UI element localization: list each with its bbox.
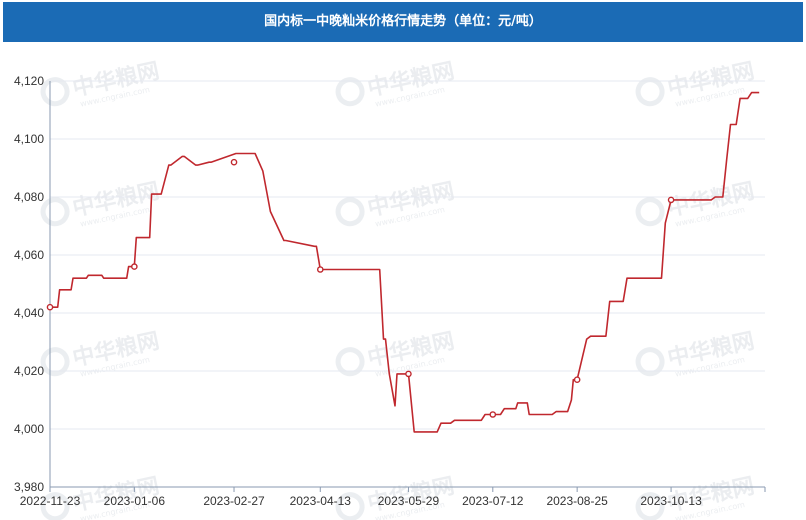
line-chart: 中华粮网www.cngrain.com 中华粮网www.cngrain.com 中华… (14, 58, 766, 520)
data-point-marker (489, 411, 497, 418)
data-point-marker (131, 263, 138, 270)
watermark: 中华粮网www.cngrain.com (635, 58, 757, 109)
watermark-logo-icon (635, 347, 665, 377)
watermark-logo-icon (635, 77, 665, 107)
x-tick-label: 2023-07-12 (462, 494, 524, 508)
watermark-logo-icon (635, 197, 665, 227)
y-tick-label: 4,100 (14, 132, 44, 146)
watermark: 中华粮网www.cngrain.com (40, 58, 162, 109)
watermark: 中华粮网www.cngrain.com (635, 328, 757, 379)
data-point-marker (573, 376, 581, 384)
watermark-logo-icon (40, 347, 70, 377)
watermark-logo-icon (335, 77, 365, 107)
y-tick-label: 4,120 (14, 74, 44, 88)
y-tick-label: 4,060 (14, 248, 44, 262)
y-tick-label: 4,040 (14, 306, 44, 320)
watermark-logo-icon (335, 347, 365, 377)
watermark: 中华粮网www.cngrain.com (40, 328, 162, 379)
data-point-marker (46, 303, 54, 311)
y-tick-label: 3,980 (14, 480, 44, 494)
watermark: 中华粮网www.cngrain.com (335, 58, 457, 109)
y-tick-label: 4,020 (14, 364, 44, 378)
watermark: 中华粮网www.cngrain.com (335, 178, 457, 229)
x-tick-label: 2023-10-13 (640, 494, 702, 508)
watermark-logo-icon (335, 197, 365, 227)
watermark-logo-icon (40, 197, 70, 227)
chart-area: 中华粮网 www.cngrain.com 中华粮网 www.cngrain.com 中华… (0, 42, 806, 520)
data-point-marker (405, 370, 412, 378)
data-point-marker (230, 158, 238, 166)
watermark-logo-icon (40, 77, 70, 107)
x-tick-label: 2023-02-27 (203, 494, 265, 508)
x-tick-label: 2022-11-23 (20, 494, 81, 508)
data-point-marker (316, 266, 324, 273)
y-tick-label: 4,000 (14, 422, 44, 436)
y-tick-label: 4,080 (14, 190, 44, 204)
price-series-line (50, 91, 760, 433)
x-tick-label: 2023-04-13 (290, 494, 352, 508)
x-tick-label: 2023-01-06 (104, 494, 166, 508)
chart-title-bar: 国内标一中晚籼米价格行情走势（单位：元/吨） (3, 2, 803, 42)
x-tick-label: 2023-08-25 (546, 494, 608, 508)
data-point-marker (667, 196, 675, 204)
chart-title: 国内标一中晚籼米价格行情走势（单位：元/吨） (264, 14, 542, 29)
watermark: 中华粮网www.cngrain.com (40, 178, 162, 229)
watermark: 中华粮网www.cngrain.com (635, 178, 757, 229)
x-tick-label: 2023-05-29 (378, 494, 440, 508)
